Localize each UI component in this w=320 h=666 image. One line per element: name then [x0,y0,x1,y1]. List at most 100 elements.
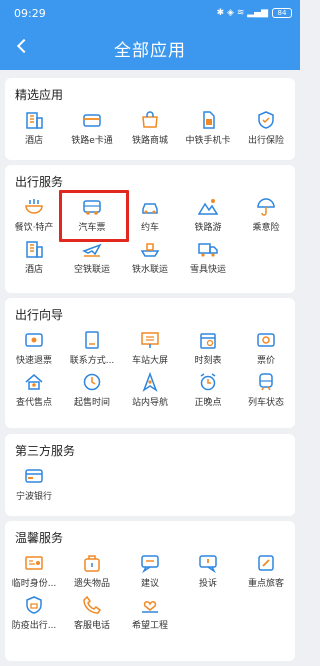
app-item-label: 快速退票 [15,356,52,366]
app-item-screen[interactable]: 车站大屏 [121,330,179,372]
app-item-label: 酒店 [24,136,43,146]
battery-icon: 84 [272,8,292,18]
app-item-label: 约车 [140,223,159,233]
ticket-icon [24,330,44,350]
nav-bar: 全部应用 [0,26,300,70]
app-item-clock[interactable]: 起售时间 [63,372,121,414]
section-title: 精选应用 [15,88,64,102]
app-item-food-bowl[interactable]: 餐饮·特产 [5,197,63,239]
app-item-label: 宁波银行 [15,492,52,502]
app-item-label: 列车状态 [247,398,284,408]
app-item-label: 遗失物品 [73,579,110,589]
app-item-truck[interactable]: 雪具快运 [179,239,237,281]
key-passenger-icon [256,553,276,573]
mask-shield-icon [24,595,44,615]
app-item-phone-book[interactable]: 联系方式... [63,330,121,372]
app-item-label: 餐饮·特产 [14,223,54,233]
app-item-building[interactable]: 酒店 [5,239,63,281]
app-item-plane[interactable]: 空铁联运 [63,239,121,281]
navigation-icon [140,372,160,392]
app-item-label: 空铁联运 [73,265,110,275]
app-item-label: 查代售点 [15,398,52,408]
app-item-label: 雪具快运 [189,265,226,275]
app-item-label: 铁路e卡通 [71,136,113,146]
back-button[interactable] [10,34,34,58]
plane-icon [82,239,102,259]
app-item-ship[interactable]: 铁水联运 [121,239,179,281]
app-item-heart-hand[interactable]: 希望工程 [121,595,179,637]
app-item-shop[interactable]: 铁路商城 [121,110,179,152]
app-item-label: 时刻表 [194,356,222,366]
app-item-umbrella[interactable]: 乘意险 [237,197,295,239]
app-item-train[interactable]: 列车状态 [237,372,295,414]
mountain-icon [198,197,218,217]
shield-icon [256,110,276,130]
app-item-label: 客服电话 [73,621,110,631]
house-icon [24,372,44,392]
ship-icon [140,239,160,259]
calendar-icon [198,330,218,350]
food-bowl-icon [24,197,44,217]
sim-card-icon [198,110,218,130]
suggestion-icon [140,553,160,573]
phone-icon [82,595,102,615]
app-item-suggestion[interactable]: 建议 [121,553,179,595]
complaint-icon [198,553,218,573]
app-item-label: 临时身份... [11,579,57,589]
app-item-calendar[interactable]: 时刻表 [179,330,237,372]
app-item-card[interactable]: 铁路e卡通 [63,110,121,152]
bus-icon [82,197,102,217]
umbrella-icon [256,197,276,217]
lost-item-icon [82,553,102,573]
building-icon [24,110,44,130]
status-indicator-icons: ✱ ◈ ≋ ▂▄▆ [216,8,268,18]
app-item-label: 中铁手机卡 [185,136,231,146]
price-icon [256,330,276,350]
app-item-bus[interactable]: 汽车票 [63,197,121,239]
app-item-ticket[interactable]: 快速退票 [5,330,63,372]
app-item-navigation[interactable]: 站内导航 [121,372,179,414]
app-item-complaint[interactable]: 投诉 [179,553,237,595]
phone-book-icon [82,330,102,350]
clock-icon [82,372,102,392]
status-indicators: ✱ ◈ ≋ ▂▄▆ 84 [217,8,292,18]
heart-hand-icon [140,595,160,615]
app-item-label: 汽车票 [78,223,106,233]
app-item-sim-card[interactable]: 中铁手机卡 [179,110,237,152]
app-item-mountain[interactable]: 铁路游 [179,197,237,239]
app-item-car[interactable]: 约车 [121,197,179,239]
shop-icon [140,110,160,130]
app-item-label: 酒店 [24,265,43,275]
section-title: 出行向导 [15,308,64,322]
app-item-bank[interactable]: 宁波银行 [5,466,63,508]
bank-icon [24,466,44,486]
app-item-label: 正晚点 [194,398,222,408]
app-item-label: 投诉 [198,579,217,589]
app-item-building[interactable]: 酒店 [5,110,63,152]
app-item-alarm[interactable]: 正晚点 [179,372,237,414]
section-travel-guide: 出行向导 快速退票 联系方式... 车站大屏 时刻表 票价查代售点 起售时间 站内导航 正晚点… [5,298,295,428]
app-item-house[interactable]: 查代售点 [5,372,63,414]
app-item-price[interactable]: 票价 [237,330,295,372]
section-travel-services: 出行服务 餐饮·特产 汽车票 约车 铁路游 乘意险酒店 空铁联运 铁水联运 雪具快运 [5,165,295,293]
app-item-id-card[interactable]: 临时身份... [5,553,63,595]
app-item-label: 车站大屏 [131,356,168,366]
app-item-lost-item[interactable]: 遗失物品 [63,553,121,595]
app-item-phone[interactable]: 客服电话 [63,595,121,637]
app-item-label: 联系方式... [69,356,115,366]
section-title: 出行服务 [15,175,64,189]
app-item-label: 铁路商城 [131,136,168,146]
section-title: 温馨服务 [15,531,64,545]
app-item-label: 希望工程 [131,621,168,631]
app-item-label: 铁路游 [194,223,222,233]
building-icon [24,239,44,259]
id-card-icon [24,553,44,573]
app-item-key-passenger[interactable]: 重点旅客 [237,553,295,595]
app-item-shield[interactable]: 出行保险 [237,110,295,152]
app-item-label: 铁水联运 [131,265,168,275]
app-item-mask-shield[interactable]: 防疫出行... [5,595,63,637]
page-title: 全部应用 [114,40,186,61]
train-icon [256,372,276,392]
section-third-party: 第三方服务 宁波银行 [5,434,295,516]
truck-icon [198,239,218,259]
